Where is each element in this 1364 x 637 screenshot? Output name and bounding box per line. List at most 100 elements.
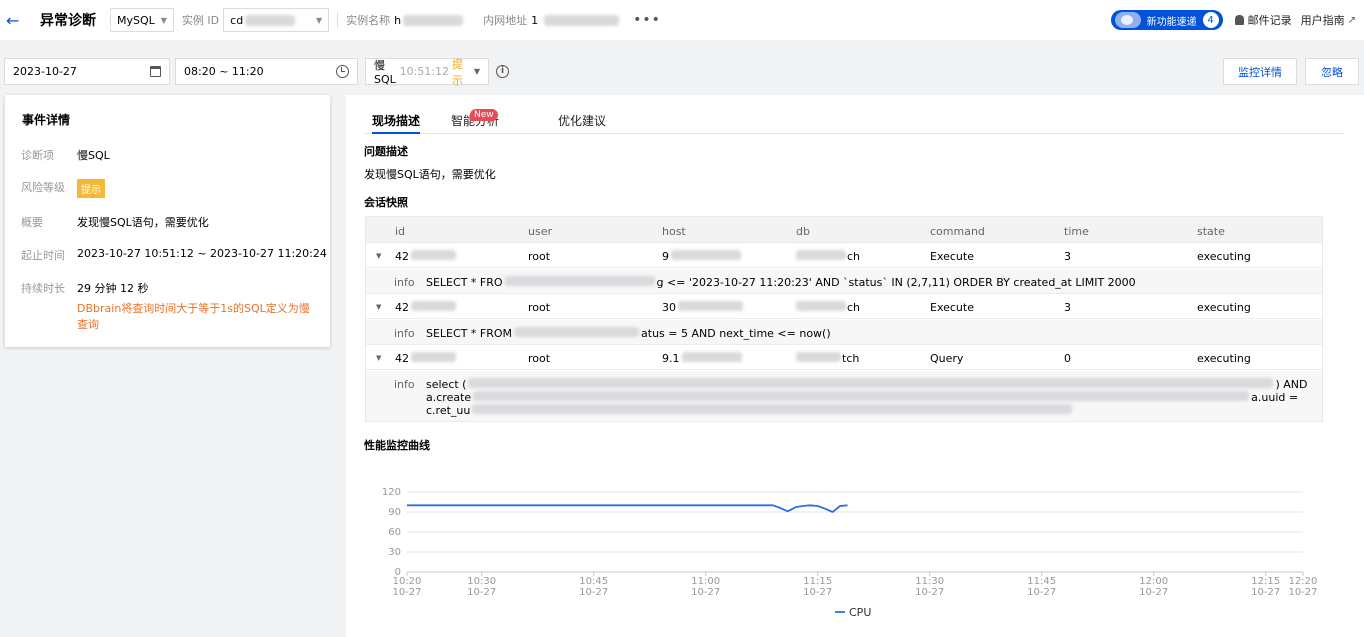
x-tick-label: 11:00	[691, 576, 720, 587]
time-range-picker[interactable]: 08:20 ~ 11:20	[175, 58, 358, 85]
tab-bar: 现场描述 智能分析 New 优化建议	[364, 109, 1344, 134]
cell-command: Execute	[930, 250, 974, 263]
x-tick-label: 10-27	[915, 587, 944, 598]
cell-user: root	[528, 301, 551, 314]
cell-host: 9	[662, 250, 741, 263]
detail-row-item: 诊断项 慢SQL	[21, 147, 110, 163]
db-type-select[interactable]: MySQL ▼	[110, 8, 174, 32]
x-tick-label: 10:20	[393, 576, 422, 587]
cell-user: root	[528, 250, 551, 263]
ignore-button[interactable]: 忽略	[1305, 58, 1359, 85]
x-tick-label: 10-27	[1027, 587, 1056, 598]
detail-value: 2023-10-27 10:51:12 ~ 2023-10-27 11:20:2…	[77, 247, 327, 260]
x-tick-label: 10-27	[467, 587, 496, 598]
info-label: info	[394, 327, 415, 340]
new-feature-button[interactable]: 新功能速递 4	[1110, 10, 1223, 30]
problem-text: 发现慢SQL语句，需要优化	[364, 168, 496, 181]
column-header: time	[1064, 225, 1089, 238]
detail-value: 发现慢SQL语句，需要优化	[77, 216, 209, 229]
instance-id-label: 实例 ID	[181, 14, 220, 27]
info-row: info SELECT * FRO g <= '2023-10-27 11:20:…	[366, 269, 1322, 294]
event-select[interactable]: 慢SQL 10:51:12 提示 ▼	[365, 57, 489, 87]
external-link-icon: ↗	[1347, 14, 1356, 26]
problem-heading: 问题描述	[364, 145, 408, 158]
slow-query-note: DBbrain将查询时间大于等于1s的SQL定义为慢查询	[77, 302, 310, 331]
cell-command: Query	[930, 352, 964, 365]
table-row[interactable]: ▼ 42 root 9.1 tch Query 0 executing	[366, 345, 1322, 370]
rocket-icon	[1114, 12, 1141, 28]
cell-state: executing	[1197, 250, 1251, 263]
new-feature-label: 新功能速递	[1146, 16, 1197, 28]
chevron-down-icon: ▼	[160, 15, 167, 25]
user-guide-link[interactable]: 用户指南 ↗	[1301, 12, 1356, 28]
chevron-down-icon: ▼	[473, 67, 480, 76]
y-tick-label: 120	[382, 487, 401, 498]
detail-row-period: 起止时间 2023-10-27 10:51:12 ~ 2023-10-27 11…	[21, 247, 327, 263]
detail-label: 持续时长	[21, 282, 65, 295]
detail-row-risk: 风险等级 提示	[21, 179, 105, 198]
info-sql: SELECT * FRO g <= '2023-10-27 11:20:23' A…	[426, 276, 1136, 289]
header-actions: 新功能速递 4 邮件记录 用户指南 ↗	[1110, 10, 1356, 30]
column-header: state	[1197, 225, 1225, 238]
cell-db: tch	[796, 352, 859, 365]
intranet-value: 1	[531, 13, 539, 27]
date-picker[interactable]: 2023-10-27	[4, 58, 170, 85]
event-time: 10:51:12	[399, 65, 449, 78]
mail-label: 邮件记录	[1247, 14, 1292, 27]
expand-caret-icon[interactable]: ▼	[376, 252, 381, 260]
event-detail-title: 事件详情	[22, 113, 71, 127]
expand-caret-icon[interactable]: ▼	[376, 303, 381, 311]
info-row: info select () AND a.create a.uuid = c.re…	[366, 371, 1322, 422]
detail-label: 诊断项	[21, 149, 54, 162]
table-row[interactable]: ▼ 42 root 9 ch Execute 3 executing	[366, 243, 1322, 268]
top-header: ← 异常诊断 MySQL ▼ 实例 ID cd ▼ 实例名称 h 内网地址 1 …	[0, 0, 1364, 40]
event-level: 提示	[452, 57, 463, 87]
y-tick-label: 60	[388, 527, 401, 538]
risk-level-badge: 提示	[77, 179, 105, 198]
detail-row-duration: 持续时长 29 分钟 12 秒	[21, 280, 148, 296]
expand-caret-icon[interactable]: ▼	[376, 354, 381, 362]
event-type: 慢SQL	[374, 59, 396, 86]
calendar-icon	[150, 66, 161, 77]
tab-scene-description[interactable]: 现场描述	[372, 112, 421, 134]
cell-id: 42	[395, 352, 456, 365]
detail-row-summary: 概要 发现慢SQL语句，需要优化	[21, 214, 209, 230]
redacted-block	[403, 14, 464, 26]
instance-id-select[interactable]: cd ▼	[223, 8, 330, 32]
info-icon[interactable]: i	[496, 65, 509, 78]
x-tick-label: 10-27	[1288, 587, 1317, 598]
info-label: info	[394, 276, 415, 289]
clock-icon	[336, 65, 349, 78]
cell-host: 30	[662, 301, 743, 314]
cell-db: ch	[796, 301, 860, 314]
table-row[interactable]: ▼ 42 root 30 ch Execute 3 executing	[366, 294, 1322, 319]
monitor-heading: 性能监控曲线	[364, 439, 430, 452]
more-icon[interactable]: •••	[633, 12, 661, 28]
x-tick-label: 11:45	[1027, 576, 1056, 587]
x-tick-label: 10-27	[691, 587, 720, 598]
cell-db: ch	[796, 250, 860, 263]
x-tick-label: 12:15	[1251, 576, 1280, 587]
cell-host: 9.1	[662, 352, 742, 365]
instance-name-label: 实例名称	[346, 14, 391, 27]
detail-label: 概要	[21, 216, 43, 229]
detail-label: 起止时间	[21, 249, 65, 262]
mail-records-link[interactable]: 邮件记录	[1234, 12, 1292, 28]
info-sql: SELECT * FROM atus = 5 AND next_time <= n…	[426, 327, 831, 340]
x-tick-label: 11:30	[915, 576, 944, 587]
x-tick-label: 10-27	[803, 587, 832, 598]
tab-optimization[interactable]: 优化建议	[558, 112, 606, 134]
table-header: id user host db command time state	[366, 217, 1322, 243]
cell-state: executing	[1197, 301, 1251, 314]
monitor-details-button[interactable]: 监控详情	[1223, 58, 1297, 85]
session-heading: 会话快照	[364, 196, 408, 209]
cell-command: Execute	[930, 301, 974, 314]
instance-name-value: h	[394, 13, 402, 27]
cell-state: executing	[1197, 352, 1251, 365]
detail-label: 风险等级	[21, 181, 65, 194]
bell-icon	[1234, 15, 1244, 25]
back-arrow-icon[interactable]: ←	[6, 11, 30, 30]
column-header: command	[930, 225, 985, 238]
redacted-block	[544, 14, 620, 26]
x-tick-label: 10:30	[467, 576, 496, 587]
